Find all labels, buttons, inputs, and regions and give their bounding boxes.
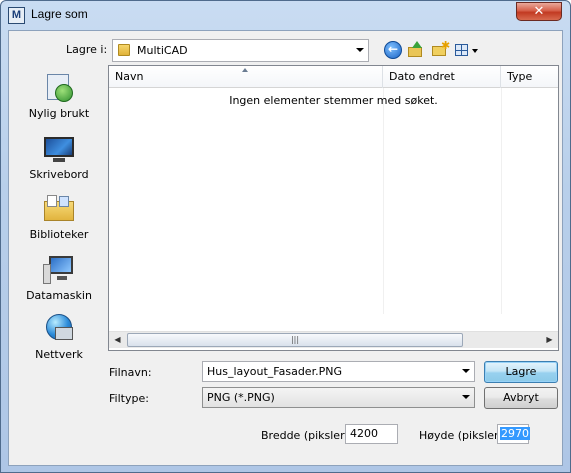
place-label: Skrivebord <box>29 168 89 181</box>
filename-label: Filnavn: <box>109 366 152 379</box>
column-header-date[interactable]: Dato endret <box>383 66 501 88</box>
place-recent[interactable]: Nylig brukt <box>15 72 103 120</box>
column-divider <box>501 88 502 314</box>
height-value: 2970 <box>500 427 530 440</box>
width-value: 4200 <box>350 427 378 440</box>
chevron-down-icon <box>462 395 470 399</box>
window-title: Lagre som <box>31 7 88 21</box>
height-input[interactable]: 2970 <box>497 424 530 444</box>
sort-ascending-icon <box>242 68 248 72</box>
lookin-dropdown[interactable]: MultiCAD <box>112 39 369 62</box>
file-list[interactable]: Navn Dato endret Type Ingen elementer st… <box>108 65 559 351</box>
filetype-value: PNG (*.PNG) <box>207 391 275 404</box>
places-bar: Nylig brukt Skrivebord Biblioteker Datam… <box>15 67 103 362</box>
network-icon <box>43 313 75 345</box>
filetype-label: Filtype: <box>109 392 149 405</box>
save-as-dialog: M Lagre som ✕ Lagre i: MultiCAD ← ✱ Nyli… <box>0 0 571 473</box>
place-computer[interactable]: Datamaskin <box>15 254 103 302</box>
new-folder-icon[interactable]: ✱ <box>431 39 450 59</box>
filename-value: Hus_layout_Fasader.PNG <box>207 365 342 378</box>
scroll-left-icon[interactable]: ◀ <box>109 332 126 349</box>
column-header-type[interactable]: Type <box>501 66 558 88</box>
column-header-row: Navn Dato endret Type <box>109 66 558 88</box>
place-network[interactable]: Nettverk <box>15 313 103 361</box>
app-icon: M <box>8 7 25 24</box>
place-desktop[interactable]: Skrivebord <box>15 133 103 181</box>
empty-message: Ingen elementer stemmer med søket. <box>229 94 438 107</box>
place-label: Nylig brukt <box>28 107 90 120</box>
chevron-down-icon <box>356 48 364 52</box>
dialog-body: Lagre i: MultiCAD ← ✱ Nylig brukt Skrive… <box>8 30 563 466</box>
column-divider <box>383 88 384 314</box>
close-button[interactable]: ✕ <box>516 2 562 21</box>
place-label: Datamaskin <box>26 289 92 302</box>
cancel-button[interactable]: Avbryt <box>484 387 558 409</box>
computer-icon <box>43 254 75 286</box>
horizontal-scrollbar[interactable]: ◀ ||| ▶ <box>109 331 558 348</box>
save-button[interactable]: Lagre <box>484 361 558 383</box>
filetype-dropdown[interactable]: PNG (*.PNG) <box>202 387 475 408</box>
chevron-down-icon[interactable] <box>462 369 470 373</box>
folder-icon <box>118 44 130 56</box>
views-menu-icon[interactable] <box>454 41 480 59</box>
lookin-value: MultiCAD <box>137 44 188 57</box>
scroll-right-icon[interactable]: ▶ <box>541 332 558 349</box>
place-label: Nettverk <box>35 348 83 361</box>
width-label: Bredde (piksler) <box>261 429 349 442</box>
width-input[interactable]: 4200 <box>345 424 398 444</box>
place-libraries[interactable]: Biblioteker <box>15 193 103 241</box>
libraries-icon <box>43 193 75 225</box>
back-icon[interactable]: ← <box>384 41 402 59</box>
recent-places-icon <box>43 72 75 104</box>
place-label: Biblioteker <box>29 228 89 241</box>
filename-field[interactable]: Hus_layout_Fasader.PNG <box>202 361 475 382</box>
scroll-thumb[interactable]: ||| <box>127 333 463 347</box>
lookin-label: Lagre i: <box>66 43 108 56</box>
up-folder-icon[interactable] <box>407 41 425 59</box>
title-bar[interactable]: M Lagre som ✕ <box>1 1 570 29</box>
desktop-icon <box>43 133 75 165</box>
height-label: Høyde (piksler) <box>419 429 503 442</box>
